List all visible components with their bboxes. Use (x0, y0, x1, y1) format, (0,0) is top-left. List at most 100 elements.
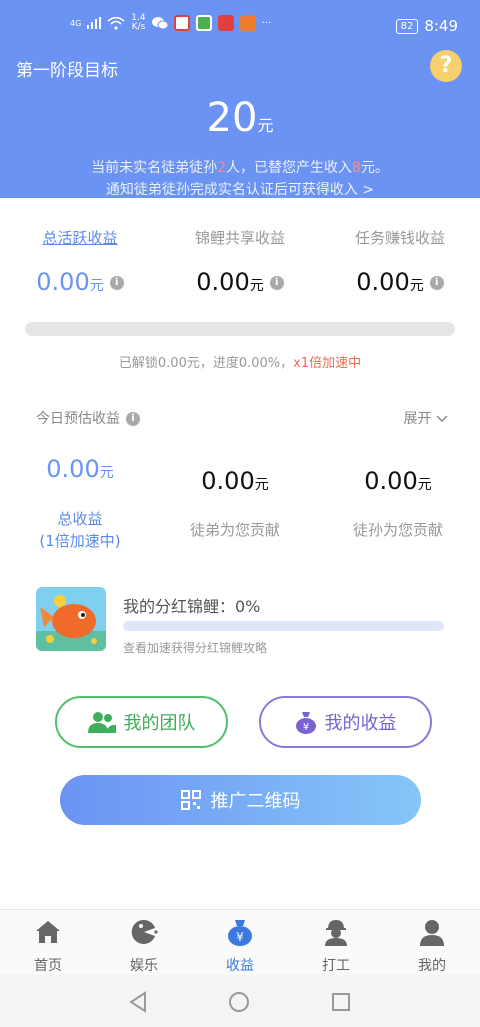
grand-disciple-estimate-label: 徒孙为您贡献 (352, 521, 443, 539)
speed-indicator: 1.4 K/s (131, 14, 145, 32)
accel-text: x1倍加速中 (293, 356, 362, 371)
promo-qr-button[interactable]: 推广二维码 (60, 775, 421, 825)
unlock-text: 已解锁0.00元，进度0.00%， (118, 356, 294, 371)
system-nav-bar (0, 975, 480, 1027)
target-amount-unit: 元 (257, 116, 274, 135)
nav-label-work: 打工 (322, 958, 350, 974)
my-income-button[interactable]: ¥ 我的收益 (259, 696, 432, 748)
target-amount-value: 20 (206, 95, 258, 141)
info-icon[interactable]: i (109, 276, 124, 290)
signal-icon (87, 17, 102, 29)
chevron-down-icon (436, 415, 448, 423)
value-unit: 元 (249, 278, 264, 294)
svg-text:¥: ¥ (302, 722, 308, 733)
info-icon[interactable]: i (269, 276, 284, 290)
header: 4G 1.4 K/s ··· 82 8:49 第一阶段目标 ? 20元 当前未实名… (0, 0, 480, 198)
status-bar: 4G 1.4 K/s ··· 82 8:49 (0, 0, 480, 44)
nav-item-home[interactable]: 首页 (0, 910, 96, 976)
disciple-estimate-value: 0.00元 (155, 467, 315, 495)
money-bag-icon: ¥ (295, 712, 316, 734)
total-estimate-value: 0.00元 (0, 455, 160, 483)
team-icon (87, 712, 116, 733)
battery-icon: 82 (395, 18, 419, 34)
gamepad-icon (131, 919, 158, 944)
help-button[interactable]: ? (430, 50, 462, 82)
more-icon: ··· (261, 17, 272, 29)
nav-item-entertainment[interactable]: 娱乐 (96, 910, 192, 976)
recents-icon[interactable] (331, 992, 351, 1012)
today-estimate-label: 今日预估收益 i (36, 408, 140, 428)
unlock-status: 已解锁0.00元，进度0.00%，x1倍加速中 (0, 352, 480, 371)
value-unit: 元 (417, 477, 432, 493)
wifi-icon (107, 16, 125, 30)
my-income-label: 我的收益 (324, 713, 397, 734)
status-left: 4G 1.4 K/s ··· (70, 14, 271, 32)
koi-strategy-link[interactable]: 查看加速获得分红锦鲤攻略 (123, 639, 267, 656)
koi-dividend-title: 我的分红锦鲤：0% (123, 597, 261, 616)
value-number: 0.00 (201, 467, 255, 495)
home-icon (36, 921, 60, 943)
clock: 8:49 (424, 17, 458, 35)
notice-text-post: 元。 (360, 160, 389, 176)
notice-text-mid: 人，已替您产生收入 (226, 160, 352, 176)
koi-share-value: 0.00元 i (160, 268, 320, 296)
value-unit: 元 (89, 278, 104, 294)
status-right: 82 8:49 (395, 17, 458, 35)
expand-label: 展开 (403, 411, 432, 427)
value-number: 0.00 (196, 268, 250, 296)
my-team-label: 我的团队 (123, 713, 196, 734)
nav-item-work[interactable]: 打工 (288, 910, 384, 976)
nav-label-mine: 我的 (418, 958, 446, 974)
value-number: 0.00 (46, 455, 100, 483)
unverified-notice: 当前未实名徒弟徒孙2人，已替您产生收入8元。 (0, 157, 480, 177)
nav-label-earnings: 收益 (226, 958, 254, 974)
unlock-progress-bar (25, 322, 455, 336)
app-icon-red (217, 15, 234, 31)
notice-text-pre: 当前未实名徒弟徒孙 (91, 160, 218, 176)
nav-item-mine[interactable]: 我的 (384, 910, 480, 976)
value-unit: 元 (99, 465, 114, 481)
tab-koi-share[interactable]: 锦鲤共享收益 (160, 227, 320, 248)
tab-task-earn[interactable]: 任务赚钱收益 (320, 227, 480, 248)
user-icon (420, 920, 444, 946)
koi-progress-bar (123, 621, 444, 631)
label-line2: (1倍加速中) (39, 532, 121, 550)
page-title: 第一阶段目标 (16, 61, 118, 81)
notice-amount: 8 (352, 160, 361, 176)
svg-text:¥: ¥ (236, 930, 244, 944)
nav-item-earnings[interactable]: ¥ 收益 (192, 910, 288, 976)
nav-label-entertainment: 娱乐 (130, 958, 158, 974)
info-icon[interactable]: i (429, 276, 444, 290)
disciple-estimate-label: 徒弟为您贡献 (189, 521, 280, 539)
label-line1: 总收益 (57, 510, 103, 528)
value-number: 0.00 (36, 268, 90, 296)
app-icon-chart (173, 15, 190, 31)
value-number: 0.00 (364, 467, 418, 495)
value-number: 0.00 (356, 268, 410, 296)
my-team-button[interactable]: 我的团队 (55, 696, 228, 748)
back-icon[interactable] (128, 991, 148, 1013)
nav-label-home: 首页 (34, 958, 62, 974)
promo-qr-label: 推广二维码 (210, 791, 301, 812)
home-circle-icon[interactable] (228, 991, 250, 1013)
notice-count: 2 (217, 160, 226, 176)
worker-icon (325, 920, 347, 946)
info-icon[interactable]: i (126, 412, 140, 426)
app-icon-green (195, 15, 212, 31)
bottom-nav: 首页 娱乐 ¥ 收益 打工 我的 (0, 909, 480, 975)
total-active-value: 0.00元 i (0, 268, 160, 296)
tab-total-active[interactable]: 总活跃收益 (0, 227, 160, 248)
network-label: 4G (70, 18, 82, 28)
grand-disciple-estimate-value: 0.00元 (318, 467, 478, 495)
qr-code-icon (180, 790, 201, 810)
app-icon-orange (239, 15, 256, 31)
today-label-text: 今日预估收益 (36, 411, 120, 427)
wechat-icon (151, 17, 168, 30)
notify-link[interactable]: 通知徒弟徒孙完成实名认证后可获得收入 > (0, 179, 480, 199)
expand-button[interactable]: 展开 (404, 408, 448, 428)
task-earn-value: 0.00元 i (320, 268, 480, 296)
money-bag-icon: ¥ (228, 920, 252, 946)
target-amount: 20元 (0, 95, 480, 141)
value-unit: 元 (254, 477, 269, 493)
koi-image[interactable] (36, 587, 106, 651)
